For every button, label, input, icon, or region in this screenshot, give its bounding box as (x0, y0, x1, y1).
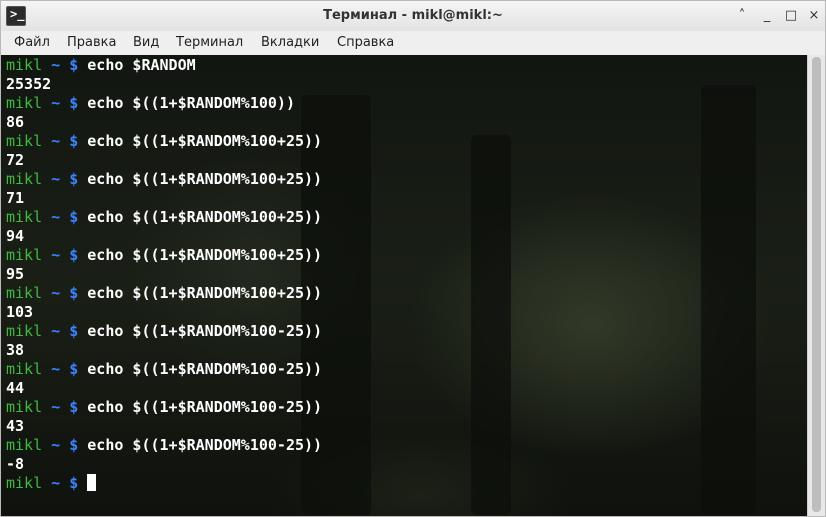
prompt-symbol: $ (69, 170, 79, 188)
command-text: echo $((1+$RANDOM%100-25)) (87, 322, 323, 340)
prompt-symbol: $ (69, 208, 79, 226)
command-text: echo $((1+$RANDOM%100)) (87, 94, 295, 112)
command-text: echo $((1+$RANDOM%100+25)) (87, 284, 323, 302)
prompt-user: mikl (6, 246, 43, 264)
minimize-button[interactable]: _ (759, 8, 775, 24)
command-output: 94 (6, 227, 25, 245)
prompt-line: mikl ~ $ echo $((1+$RANDOM%100+25)) (6, 246, 322, 265)
title-bar[interactable]: >_ Терминал - mikl@mikl:~ ˄ _ □ × (1, 1, 825, 31)
prompt-symbol: $ (69, 246, 79, 264)
prompt-path: ~ (51, 246, 61, 264)
scrollbar-thumb[interactable] (812, 57, 821, 512)
prompt-user: mikl (6, 436, 43, 454)
menu-help[interactable]: Справка (337, 35, 394, 50)
command-output: 72 (6, 151, 25, 169)
command-text: echo $RANDOM (87, 56, 196, 74)
terminal-output-area[interactable]: mikl ~ $ echo $RANDOM 25352 mikl ~ $ echo … (1, 55, 807, 516)
prompt-path: ~ (51, 360, 61, 378)
prompt-user: mikl (6, 94, 43, 112)
prompt-line: mikl ~ $ echo $((1+$RANDOM%100+25)) (6, 208, 322, 227)
prompt-path: ~ (51, 94, 61, 112)
window-title: Терминал - mikl@mikl:~ (323, 8, 503, 23)
menu-view[interactable]: Вид (133, 35, 159, 50)
command-text: echo $((1+$RANDOM%100+25)) (87, 208, 323, 226)
command-text: echo $((1+$RANDOM%100+25)) (87, 132, 323, 150)
prompt-path: ~ (51, 56, 61, 74)
prompt-path: ~ (51, 436, 61, 454)
prompt-user: mikl (6, 398, 43, 416)
prompt-symbol: $ (69, 360, 79, 378)
prompt-line: mikl ~ $ echo $((1+$RANDOM%100+25)) (6, 284, 322, 303)
command-text: echo $((1+$RANDOM%100-25)) (87, 398, 323, 416)
prompt-user: mikl (6, 322, 43, 340)
prompt-symbol: $ (69, 474, 79, 492)
prompt-line: mikl ~ $ echo $((1+$RANDOM%100-25)) (6, 322, 322, 341)
menu-tabs[interactable]: Вкладки (261, 35, 319, 50)
terminal-lines: mikl ~ $ echo $RANDOM 25352 mikl ~ $ echo … (6, 56, 322, 493)
text-cursor (87, 474, 97, 491)
prompt-path: ~ (51, 170, 61, 188)
prompt-symbol: $ (69, 322, 79, 340)
prompt-path: ~ (51, 132, 61, 150)
prompt-user: mikl (6, 132, 43, 150)
prompt-path: ~ (51, 322, 61, 340)
prompt-path: ~ (51, 398, 61, 416)
prompt-path: ~ (51, 474, 61, 492)
window-menu-button[interactable]: ˄ (734, 8, 750, 24)
prompt-user: mikl (6, 170, 43, 188)
vertical-scrollbar[interactable] (807, 55, 825, 516)
command-output: 38 (6, 341, 25, 359)
prompt-symbol: $ (69, 284, 79, 302)
prompt-line: mikl ~ $ echo $((1+$RANDOM%100-25)) (6, 436, 322, 455)
menu-bar: Файл Правка Вид Терминал Вкладки Справка (1, 31, 825, 55)
prompt-line: mikl ~ $ echo $((1+$RANDOM%100+25)) (6, 132, 322, 151)
prompt-line: mikl ~ $ echo $RANDOM (6, 56, 322, 75)
command-output: 43 (6, 417, 25, 435)
menu-terminal[interactable]: Терминал (176, 35, 243, 50)
prompt-symbol: $ (69, 436, 79, 454)
command-output: 103 (6, 303, 34, 321)
prompt-user: mikl (6, 474, 43, 492)
command-output: 95 (6, 265, 25, 283)
prompt-symbol: $ (69, 398, 79, 416)
prompt-user: mikl (6, 360, 43, 378)
prompt-user: mikl (6, 208, 43, 226)
menu-file[interactable]: Файл (14, 35, 50, 50)
prompt-symbol: $ (69, 94, 79, 112)
command-text: echo $((1+$RANDOM%100+25)) (87, 170, 323, 188)
prompt-path: ~ (51, 284, 61, 302)
command-output: -8 (6, 455, 25, 473)
prompt-user: mikl (6, 284, 43, 302)
menu-edit[interactable]: Правка (67, 35, 116, 50)
terminal-window: >_ Терминал - mikl@mikl:~ ˄ _ □ × Файл П… (0, 0, 826, 517)
command-text: echo $((1+$RANDOM%100-25)) (87, 436, 323, 454)
prompt-symbol: $ (69, 56, 79, 74)
command-output: 71 (6, 189, 25, 207)
prompt-line: mikl ~ $ echo $((1+$RANDOM%100)) (6, 94, 322, 113)
command-output: 25352 (6, 75, 52, 93)
prompt-user: mikl (6, 56, 43, 74)
prompt-line: mikl ~ $ (6, 474, 322, 493)
command-output: 44 (6, 379, 25, 397)
command-text: echo $((1+$RANDOM%100-25)) (87, 360, 323, 378)
prompt-line: mikl ~ $ echo $((1+$RANDOM%100-25)) (6, 360, 322, 379)
background-tree-trunk (471, 135, 511, 515)
prompt-line: mikl ~ $ echo $((1+$RANDOM%100+25)) (6, 170, 322, 189)
background-tree-trunk (701, 85, 756, 515)
prompt-symbol: $ (69, 132, 79, 150)
prompt-line: mikl ~ $ echo $((1+$RANDOM%100-25)) (6, 398, 322, 417)
prompt-path: ~ (51, 208, 61, 226)
command-text: echo $((1+$RANDOM%100+25)) (87, 246, 323, 264)
close-button[interactable]: × (806, 8, 822, 24)
maximize-button[interactable]: □ (783, 8, 799, 24)
command-output: 86 (6, 113, 25, 131)
